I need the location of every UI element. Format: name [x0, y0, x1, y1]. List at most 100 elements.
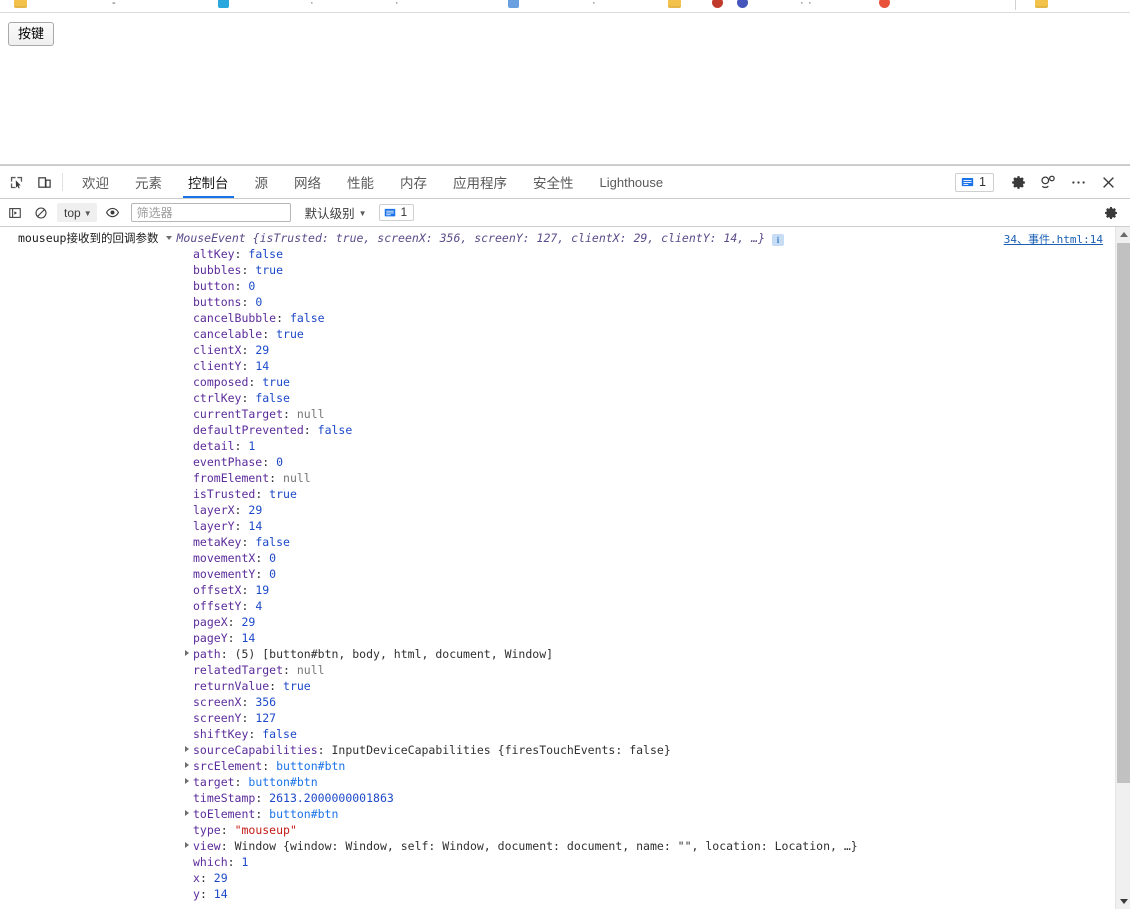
tab-label: 性能	[347, 176, 374, 191]
bookmark-folder-icon[interactable]	[668, 0, 681, 8]
scrollbar-thumb[interactable]	[1117, 243, 1130, 783]
bookmark-item-label[interactable]: ·	[800, 0, 804, 9]
property-key: srcElement	[193, 759, 263, 773]
object-property-row: button: 0	[0, 278, 1109, 294]
property-key: layerY	[193, 519, 235, 533]
console-log-entry: mouseup接收到的回调参数 MouseEvent {isTrusted: t…	[0, 230, 1115, 902]
property-value: false	[255, 535, 290, 549]
property-key: relatedTarget	[193, 663, 284, 677]
object-property-row: y: 14	[0, 886, 1109, 902]
property-value[interactable]: (5) [button#btn, body, html, document, W…	[235, 647, 554, 661]
bookmark-item-label[interactable]: ·	[808, 0, 812, 9]
expand-triangle-icon[interactable]	[166, 236, 173, 240]
property-colon: :	[241, 695, 256, 709]
scrollbar-up-arrow-icon[interactable]	[1116, 227, 1130, 242]
live-expression-eye-icon[interactable]	[100, 201, 126, 225]
expand-triangle-icon[interactable]	[185, 810, 189, 816]
property-value: 1	[241, 855, 249, 869]
tab-security[interactable]: 安全性	[520, 166, 587, 198]
object-property-row: movementY: 0	[0, 566, 1109, 582]
property-colon: :	[255, 807, 270, 821]
object-property-row[interactable]: sourceCapabilities: InputDeviceCapabilit…	[0, 742, 1109, 758]
customize-devtools-icon[interactable]	[1034, 168, 1062, 196]
expand-triangle-icon[interactable]	[185, 842, 189, 848]
property-value: false	[262, 727, 297, 741]
object-property-row[interactable]: path: (5) [button#btn, body, html, docum…	[0, 646, 1109, 662]
tab-console[interactable]: 控制台	[175, 166, 242, 198]
devtools-message-count-badge[interactable]: 1	[955, 172, 994, 192]
tab-performance[interactable]: 性能	[334, 166, 387, 198]
scrollbar-down-arrow-icon[interactable]	[1116, 894, 1130, 909]
page-viewport: 按键	[0, 13, 1130, 165]
property-colon: :	[248, 727, 263, 741]
property-value: true	[255, 263, 284, 277]
object-property-row[interactable]: toElement: button#btn	[0, 806, 1109, 822]
object-property-row: movementX: 0	[0, 550, 1109, 566]
property-value: false	[317, 423, 353, 437]
console-sidebar-icon[interactable]	[2, 201, 28, 225]
tab-welcome[interactable]: 欢迎	[69, 166, 122, 198]
page-button-anjian[interactable]: 按键	[8, 22, 55, 46]
expand-triangle-icon[interactable]	[185, 650, 189, 656]
object-property-row: screenY: 127	[0, 710, 1109, 726]
console-issues-badge[interactable]: 1	[378, 204, 415, 221]
tab-elements[interactable]: 元素	[122, 166, 175, 198]
settings-gear-icon[interactable]	[1004, 168, 1032, 196]
inspect-element-icon[interactable]	[2, 166, 30, 198]
bookmark-favicon-icon[interactable]	[737, 0, 748, 8]
property-key: shiftKey	[193, 727, 249, 741]
object-property-row[interactable]: target: button#btn	[0, 774, 1109, 790]
tab-application[interactable]: 应用程序	[440, 166, 520, 198]
object-property-row: cancelBubble: false	[0, 310, 1109, 326]
console-log-label: mouseup接收到的回调参数	[18, 231, 159, 245]
tab-lighthouse[interactable]: Lighthouse	[587, 166, 677, 198]
property-value[interactable]: button#btn	[248, 775, 317, 789]
console-context-selector[interactable]: top ▼	[57, 203, 97, 222]
tab-memory[interactable]: 内存	[387, 166, 440, 198]
tab-label: 内存	[400, 176, 427, 191]
console-settings-gear-icon[interactable]	[1098, 201, 1124, 225]
close-devtools-icon[interactable]	[1094, 168, 1122, 196]
bookmark-favicon-icon[interactable]	[218, 0, 229, 8]
clear-console-icon[interactable]	[28, 201, 54, 225]
console-output: mouseup接收到的回调参数 MouseEvent {isTrusted: t…	[0, 227, 1130, 909]
more-options-icon[interactable]	[1064, 168, 1092, 196]
tab-network[interactable]: 网络	[281, 166, 334, 198]
property-key: composed	[193, 375, 249, 389]
bookmark-item-label[interactable]: ·	[592, 0, 596, 9]
bookmark-folder-icon[interactable]	[14, 0, 27, 8]
property-value: 356	[255, 695, 277, 709]
tab-sources[interactable]: 源	[242, 166, 282, 198]
info-icon[interactable]: i	[772, 234, 785, 246]
property-key: movementX	[193, 551, 256, 565]
property-value[interactable]: Window {window: Window, self: Window, do…	[235, 839, 858, 853]
property-value[interactable]: button#btn	[276, 759, 345, 773]
property-colon: :	[227, 631, 242, 645]
expand-triangle-icon[interactable]	[185, 746, 189, 752]
bookmark-item-label[interactable]: ·	[310, 0, 314, 9]
console-filter-input[interactable]	[130, 203, 291, 222]
object-property-row[interactable]: srcElement: button#btn	[0, 758, 1109, 774]
tab-label: 控制台	[188, 176, 229, 191]
property-key: button	[193, 279, 235, 293]
property-key: buttons	[193, 295, 242, 309]
bookmark-folder-icon[interactable]	[1035, 0, 1048, 8]
bookmark-favicon-icon[interactable]	[508, 0, 519, 8]
object-property-row: clientX: 29	[0, 342, 1109, 358]
console-levels-selector[interactable]: 默认级别 ▼	[305, 203, 367, 222]
object-property-row[interactable]: view: Window {window: Window, self: Wind…	[0, 838, 1109, 854]
property-value[interactable]: button#btn	[269, 807, 338, 821]
console-object-preview[interactable]: MouseEvent {isTrusted: true, screenX: 35…	[166, 230, 765, 246]
console-scrollbar[interactable]	[1115, 227, 1130, 909]
expand-triangle-icon[interactable]	[185, 762, 189, 768]
bookmark-favicon-icon[interactable]	[712, 0, 723, 8]
bookmark-item-label[interactable]: ·	[395, 0, 399, 9]
chevron-down-icon: ▼	[83, 208, 92, 218]
object-property-row: fromElement: null	[0, 470, 1109, 486]
bookmark-item-label[interactable]: -	[112, 0, 116, 9]
device-toolbar-icon[interactable]	[30, 166, 58, 198]
property-key: fromElement	[193, 471, 270, 485]
bookmark-favicon-icon[interactable]	[879, 0, 890, 8]
property-value[interactable]: InputDeviceCapabilities {firesTouchEvent…	[331, 743, 670, 757]
expand-triangle-icon[interactable]	[185, 778, 189, 784]
